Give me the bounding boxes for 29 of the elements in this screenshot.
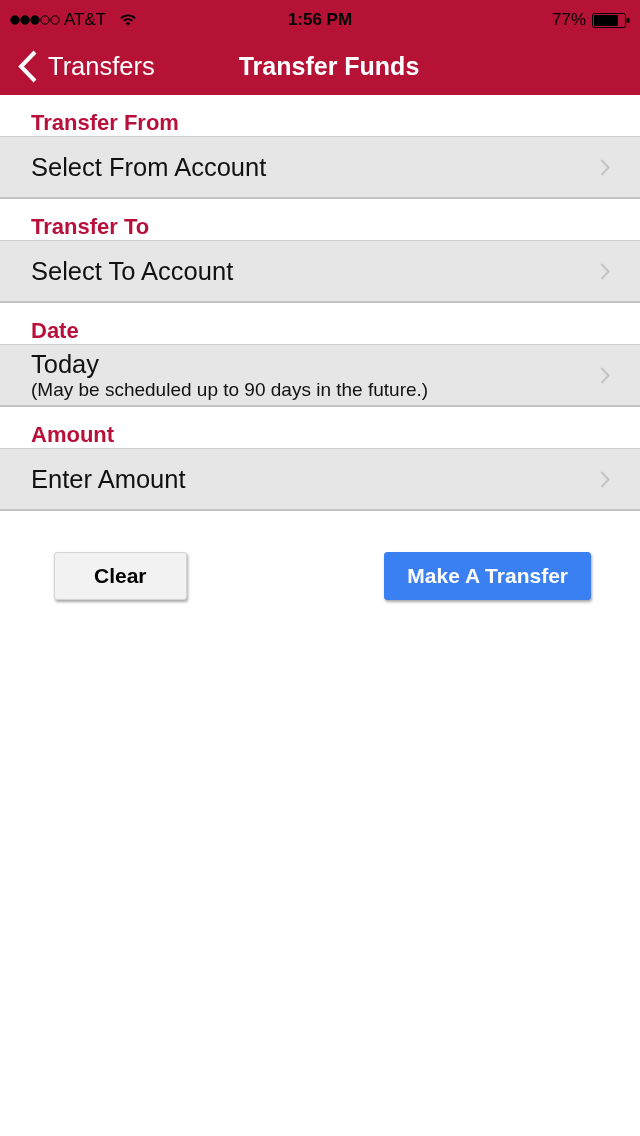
selection-row[interactable]: Today (May be scheduled up to 90 days in the future.) <box>0 344 640 407</box>
chevron-right-icon <box>600 158 610 176</box>
row-note: (May be scheduled up to 90 days in the future.) <box>31 379 430 400</box>
row-value: Enter Amount <box>31 464 187 494</box>
selection-row[interactable]: Enter Amount <box>0 448 640 511</box>
selection-row[interactable]: Select To Account <box>0 240 640 303</box>
section-heading: Transfer To <box>30 213 151 240</box>
back-button[interactable]: Transfers <box>18 50 155 83</box>
back-label: Transfers <box>48 52 155 81</box>
section-heading: Amount <box>30 421 116 448</box>
battery-percent: 77% <box>551 10 586 30</box>
screen-title: Transfer Funds <box>238 52 420 81</box>
carrier-name: AT&T <box>64 10 107 30</box>
battery-icon <box>592 12 630 28</box>
status-time: 1:56 PM <box>287 10 353 30</box>
signal-strength-icon <box>10 15 60 25</box>
selection-row[interactable]: Select From Account <box>0 136 640 199</box>
section-heading: Date <box>30 317 80 344</box>
back-chevron-icon <box>18 50 38 83</box>
row-value: Select From Account <box>31 152 268 182</box>
clear-button[interactable]: Clear <box>54 552 187 600</box>
wifi-icon <box>120 14 137 26</box>
section-heading: Transfer From <box>30 109 180 136</box>
row-value: Select To Account <box>31 256 235 286</box>
chevron-right-icon <box>600 366 610 384</box>
row-value: Today <box>31 350 101 379</box>
chevron-right-icon <box>600 470 610 488</box>
transfer-button[interactable]: Make A Transfer <box>384 552 591 600</box>
chevron-right-icon <box>600 262 610 280</box>
